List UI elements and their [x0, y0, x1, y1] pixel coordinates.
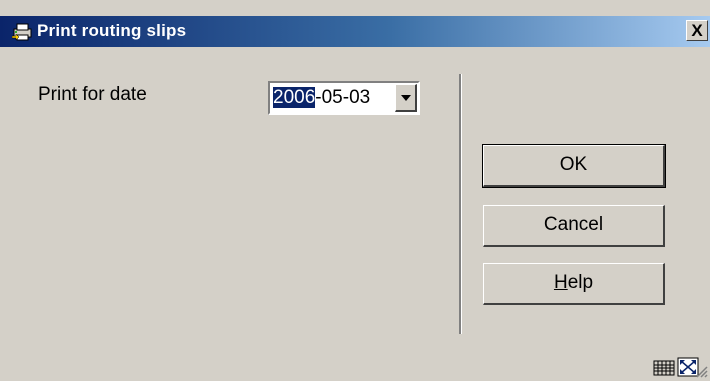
printer-routing-icon: [12, 23, 32, 41]
date-value[interactable]: 2006-05-03: [273, 87, 370, 109]
help-button[interactable]: Help: [483, 263, 665, 305]
window-title: Print routing slips: [37, 21, 187, 40]
ok-button[interactable]: OK: [482, 144, 666, 188]
title-bar[interactable]: Print routing slips X: [0, 16, 710, 47]
print-for-date-label: Print for date: [38, 84, 147, 105]
date-picker-field[interactable]: 2006-05-03: [268, 81, 420, 115]
help-accelerator: H: [553, 272, 568, 293]
date-year-selected: 2006: [273, 87, 316, 108]
keyboard-icon[interactable]: [653, 357, 675, 377]
vertical-divider: [459, 74, 462, 334]
size-grip-icon[interactable]: [694, 364, 708, 378]
print-routing-slips-dialog: Print routing slips X Print for date 200…: [0, 0, 710, 381]
chevron-down-icon: [401, 95, 411, 101]
close-button[interactable]: X: [686, 20, 708, 41]
cancel-button[interactable]: Cancel: [483, 205, 665, 247]
date-dropdown-button[interactable]: [395, 84, 417, 112]
help-label-rest: elp: [567, 272, 594, 293]
date-month-day: -05-03: [315, 87, 371, 108]
